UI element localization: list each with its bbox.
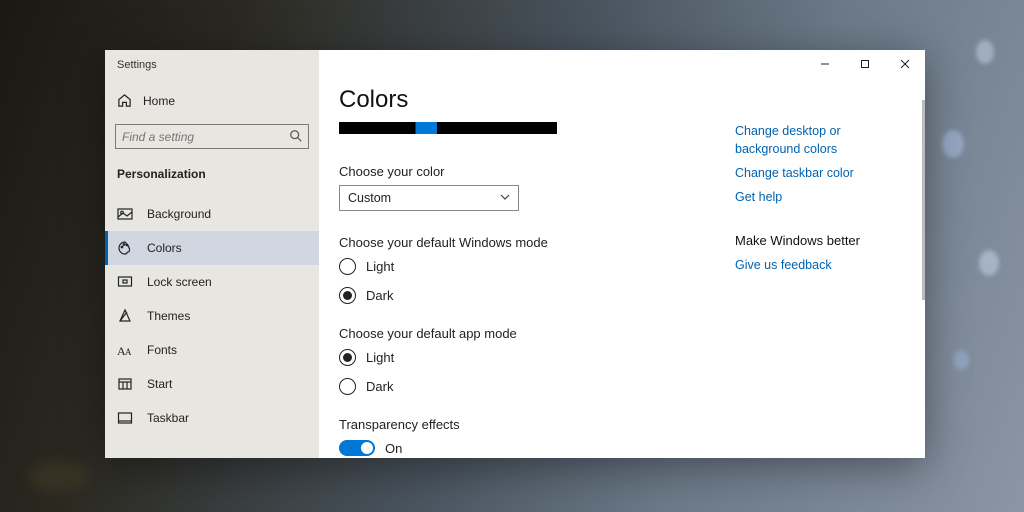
search-icon: [289, 129, 303, 143]
radio-app-dark[interactable]: Dark: [339, 378, 705, 395]
nav-item-background[interactable]: Background: [105, 197, 319, 231]
svg-text:A: A: [125, 347, 132, 357]
nav-item-fonts[interactable]: AA Fonts: [105, 333, 319, 367]
windows-mode-label: Choose your default Windows mode: [339, 235, 705, 250]
themes-icon: [117, 308, 133, 324]
nav-item-taskbar[interactable]: Taskbar: [105, 401, 319, 435]
nav-item-label: Background: [147, 207, 211, 221]
page-title: Colors: [339, 86, 705, 114]
transparency-toggle-row: On: [339, 440, 705, 456]
nav-item-label: Lock screen: [147, 275, 212, 289]
nav-item-colors[interactable]: Colors: [105, 231, 319, 265]
home-label: Home: [143, 94, 175, 108]
radio-label: Light: [366, 350, 394, 365]
nav-item-lockscreen[interactable]: Lock screen: [105, 265, 319, 299]
radio-label: Light: [366, 259, 394, 274]
radio-label: Dark: [366, 379, 393, 394]
radio-icon: [339, 349, 356, 366]
content-area: Colors Choose your color Custom Choose y…: [319, 50, 925, 458]
app-mode-label: Choose your default app mode: [339, 326, 705, 341]
start-icon: [117, 376, 133, 392]
toggle-state: On: [385, 441, 402, 456]
nav-item-label: Fonts: [147, 343, 177, 357]
close-button[interactable]: [885, 50, 925, 78]
nav-item-label: Themes: [147, 309, 190, 323]
windows-mode-group: Light Dark: [339, 258, 705, 304]
image-icon: [117, 206, 133, 222]
home-icon: [117, 93, 132, 108]
dropdown-value: Custom: [348, 191, 391, 205]
radio-windows-dark[interactable]: Dark: [339, 287, 705, 304]
radio-windows-light[interactable]: Light: [339, 258, 705, 275]
nav-item-label: Colors: [147, 241, 182, 255]
titlebar-controls: [805, 50, 925, 78]
nav-item-themes[interactable]: Themes: [105, 299, 319, 333]
link-change-taskbar-color[interactable]: Change taskbar color: [735, 164, 905, 182]
transparency-toggle[interactable]: [339, 440, 375, 456]
maximize-button[interactable]: [845, 50, 885, 78]
chevron-down-icon: [500, 191, 510, 205]
palette-icon: [117, 240, 133, 256]
radio-icon: [339, 378, 356, 395]
nav-item-start[interactable]: Start: [105, 367, 319, 401]
sidebar: Settings Home Personalization: [105, 50, 319, 458]
taskbar-icon: [117, 410, 133, 426]
settings-window: Settings Home Personalization: [105, 50, 925, 458]
fonts-icon: AA: [117, 342, 133, 358]
choose-color-dropdown[interactable]: Custom: [339, 185, 519, 211]
lockscreen-icon: [117, 274, 133, 290]
choose-color-label: Choose your color: [339, 164, 705, 179]
app-mode-group: Light Dark: [339, 349, 705, 395]
radio-icon: [339, 287, 356, 304]
rail-heading: Make Windows better: [735, 233, 905, 248]
scrollbar[interactable]: [922, 100, 925, 300]
section-title: Personalization: [105, 167, 319, 197]
home-nav[interactable]: Home: [105, 87, 319, 114]
link-get-help[interactable]: Get help: [735, 188, 905, 206]
nav-item-label: Start: [147, 377, 172, 391]
app-title: Settings: [105, 50, 319, 87]
color-preview: [339, 122, 557, 134]
radio-label: Dark: [366, 288, 393, 303]
minimize-button[interactable]: [805, 50, 845, 78]
main-column: Colors Choose your color Custom Choose y…: [319, 50, 729, 458]
nav-item-label: Taskbar: [147, 411, 189, 425]
side-rail: Change desktop or background colors Chan…: [729, 50, 925, 458]
radio-app-light[interactable]: Light: [339, 349, 705, 366]
search-box[interactable]: [115, 124, 309, 149]
link-give-feedback[interactable]: Give us feedback: [735, 256, 905, 274]
link-change-desktop-colors[interactable]: Change desktop or background colors: [735, 122, 905, 158]
transparency-label: Transparency effects: [339, 417, 705, 432]
search-input[interactable]: [115, 124, 309, 149]
radio-icon: [339, 258, 356, 275]
nav-list: Background Colors Lock screen Themes: [105, 197, 319, 435]
